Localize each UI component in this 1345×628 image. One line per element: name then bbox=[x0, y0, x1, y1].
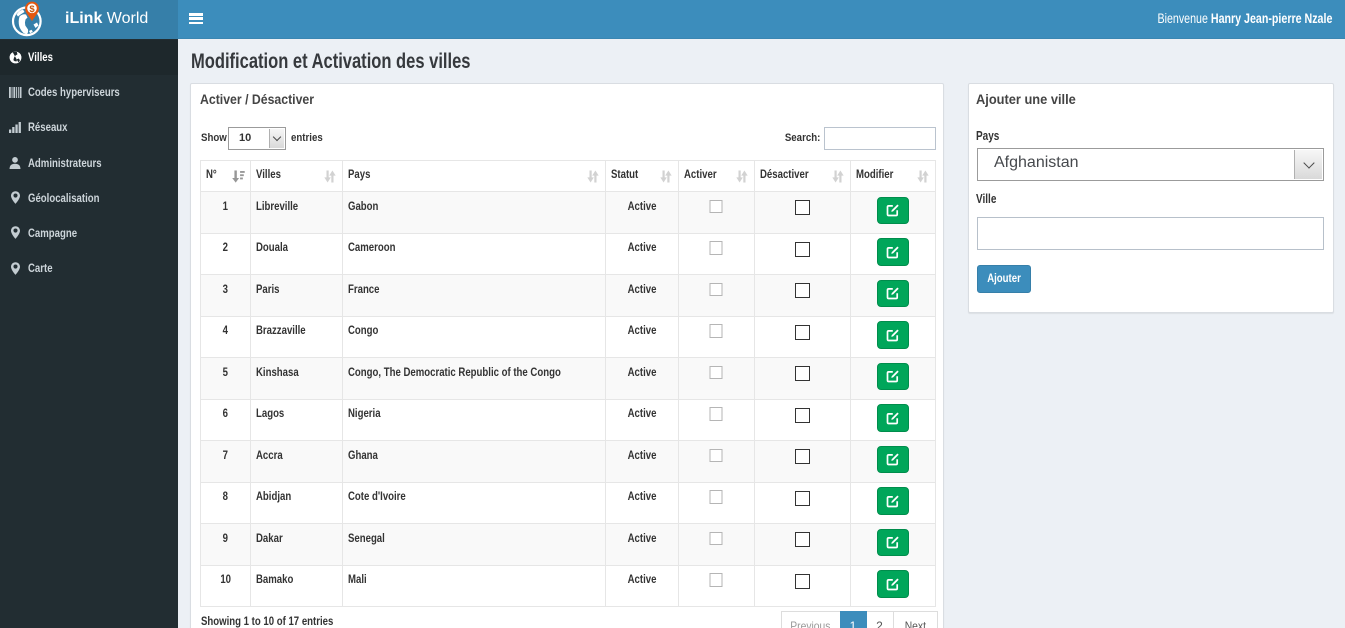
svg-text:$: $ bbox=[29, 4, 35, 15]
